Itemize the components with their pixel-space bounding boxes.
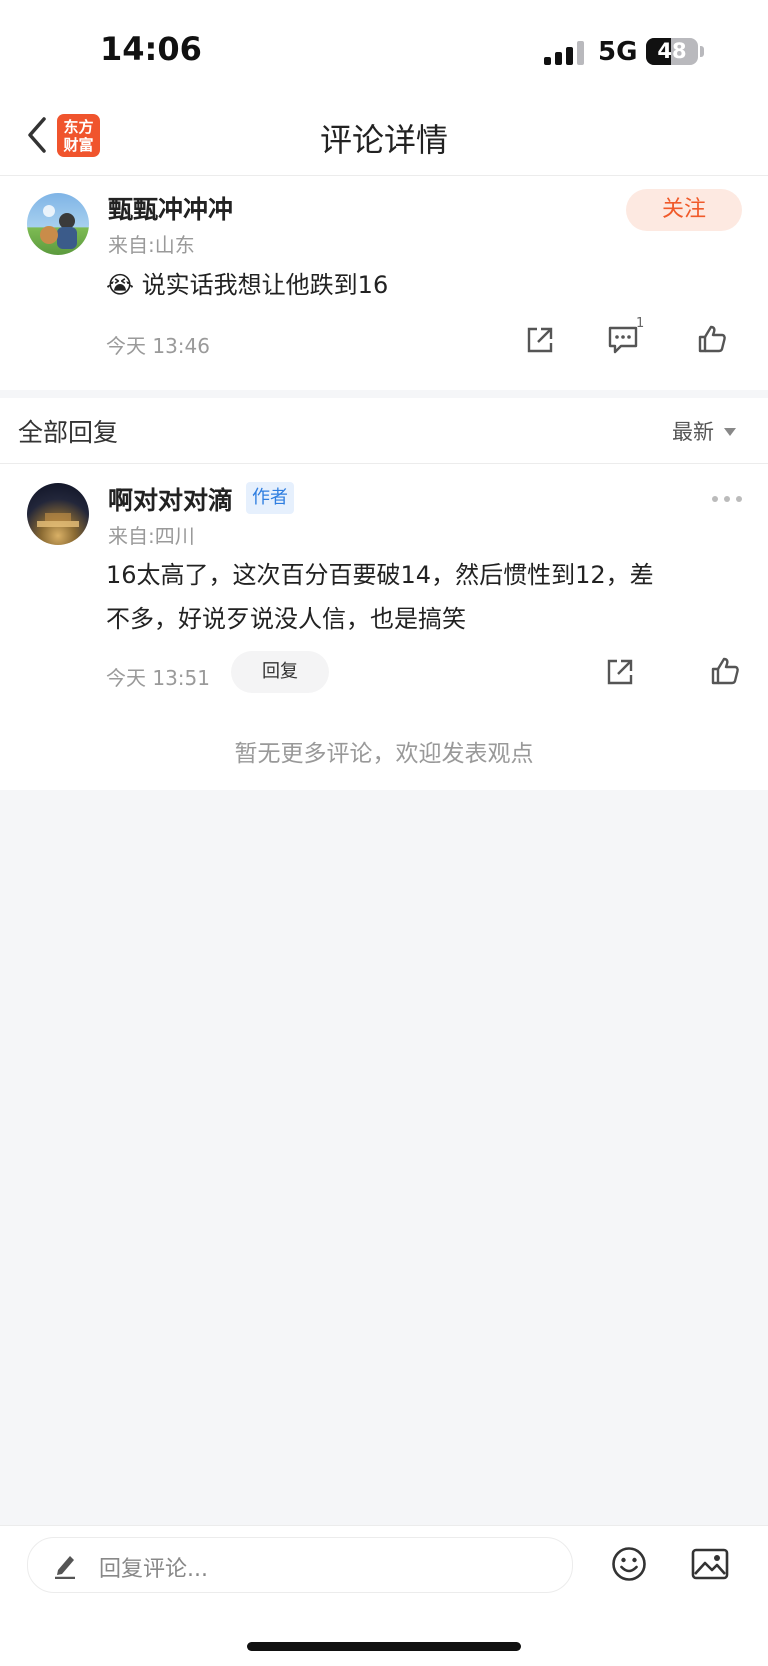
reply-count: 1 — [636, 316, 645, 331]
reply-button[interactable]: 回复 — [231, 651, 329, 693]
emoji-icon[interactable] — [611, 1546, 647, 1586]
edit-icon — [52, 1551, 78, 1583]
like-icon[interactable] — [709, 655, 741, 691]
page-title: 评论详情 — [319, 121, 448, 159]
reply-user-name[interactable]: 啊对对对滴 — [108, 481, 233, 517]
comment-body: 说实话我想让他跌到16 — [141, 271, 389, 299]
share-icon[interactable] — [605, 657, 635, 691]
comment-user-name[interactable]: 甄甄冲冲冲 — [108, 190, 233, 226]
more-icon[interactable] — [712, 496, 742, 502]
author-badge: 作者 — [246, 482, 294, 514]
comment-location: 来自:山东 — [108, 233, 195, 257]
home-indicator — [247, 1642, 521, 1651]
reply-text-line-1: 16太高了，这次百分百要破14，然后惯性到12，差 — [106, 561, 654, 589]
image-icon[interactable] — [691, 1548, 729, 1584]
battery-level: 48 — [657, 39, 687, 63]
status-time: 14:06 — [100, 30, 202, 68]
sort-label: 最新 — [672, 420, 714, 444]
battery-cap — [700, 46, 704, 57]
nav-bar: 东方 财富 评论详情 — [0, 95, 768, 176]
comment-time: 今天 13:46 — [106, 334, 210, 358]
reply-time: 今天 13:51 — [106, 666, 210, 690]
like-icon[interactable] — [696, 323, 728, 359]
reply-location: 来自:四川 — [108, 524, 195, 548]
follow-button[interactable]: 关注 — [626, 189, 742, 231]
comment-icon[interactable] — [607, 325, 639, 359]
bottom-bar: 回复评论... — [0, 1525, 768, 1666]
crying-emoji: 😭 — [106, 271, 135, 299]
reply-input-placeholder: 回复评论... — [99, 1557, 208, 1582]
network-type: 5G — [598, 37, 638, 67]
status-bar: 14:06 5G 48 — [0, 0, 768, 95]
signal-icon — [544, 41, 586, 65]
sort-dropdown[interactable]: 最新 — [672, 416, 736, 446]
avatar[interactable] — [27, 483, 89, 545]
comment-text: 😭 说实话我想让他跌到16 — [106, 263, 388, 307]
reply-text: 16太高了，这次百分百要破14，然后惯性到12，差 不多，好说歹说没人信，也是搞… — [106, 553, 654, 641]
avatar[interactable] — [27, 193, 89, 255]
battery-icon: 48 — [646, 38, 698, 65]
replies-header: 全部回复 最新 — [0, 398, 768, 464]
empty-hint: 暂无更多评论，欢迎发表观点 — [234, 741, 534, 767]
reply-input[interactable]: 回复评论... — [27, 1537, 573, 1593]
replies-title: 全部回复 — [18, 418, 119, 447]
reply-text-line-2: 不多，好说歹说没人信，也是搞笑 — [106, 605, 466, 633]
share-icon[interactable] — [525, 325, 555, 359]
triangle-down-icon — [724, 428, 736, 436]
